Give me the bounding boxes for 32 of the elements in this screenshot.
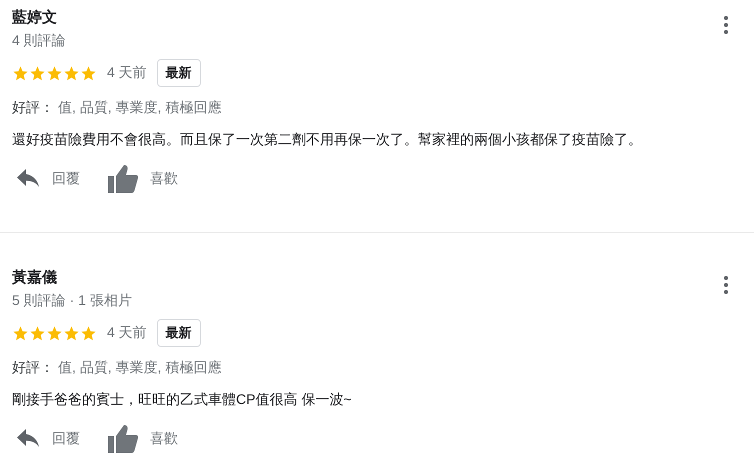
- like-button[interactable]: 喜歡: [108, 425, 178, 453]
- reviewer-stats: 4 則評論: [12, 31, 66, 50]
- star-icon: [46, 64, 63, 82]
- like-button[interactable]: 喜歡: [108, 165, 178, 193]
- tags-label: 好評：: [12, 99, 54, 115]
- star-icon: [63, 324, 80, 342]
- review-text: 還好疫苗險費用不會很高。而且保了一次第二劑不用再保一次了。幫家裡的兩個小孩都保了疫苗險了。: [12, 130, 643, 149]
- reply-button[interactable]: 回覆: [16, 425, 80, 453]
- reply-icon: [16, 429, 40, 449]
- reply-icon: [16, 169, 40, 189]
- review-time: 4 天前: [107, 324, 147, 342]
- reviewer-stats: 5 則評論 · 1 張相片: [12, 291, 132, 310]
- review-text: 剛接手爸爸的賓士，旺旺的乙式車體CP值很高 保一波~: [12, 390, 353, 409]
- star-icon: [29, 64, 46, 82]
- newest-badge: 最新: [156, 59, 201, 87]
- star-icon: [12, 64, 29, 82]
- tags-list: 值, 品質, 專業度, 積極回應: [58, 99, 222, 115]
- reply-button[interactable]: 回覆: [16, 165, 80, 193]
- star-icon: [63, 64, 80, 82]
- newest-badge: 最新: [156, 319, 201, 347]
- star-icon: [29, 324, 46, 342]
- tags-list: 值, 品質, 專業度, 積極回應: [58, 359, 222, 375]
- thumbs-up-icon: [108, 425, 138, 453]
- thumbs-up-icon: [108, 165, 138, 193]
- reviewer-name[interactable]: 藍婷文: [12, 8, 66, 28]
- review-time: 4 天前: [107, 64, 147, 82]
- star-icon: [80, 64, 97, 82]
- star-icon: [46, 324, 63, 342]
- star-icon: [80, 324, 97, 342]
- star-icon: [12, 324, 29, 342]
- reviewer-name[interactable]: 黃嘉儀: [12, 268, 132, 288]
- tags-label: 好評：: [12, 359, 54, 375]
